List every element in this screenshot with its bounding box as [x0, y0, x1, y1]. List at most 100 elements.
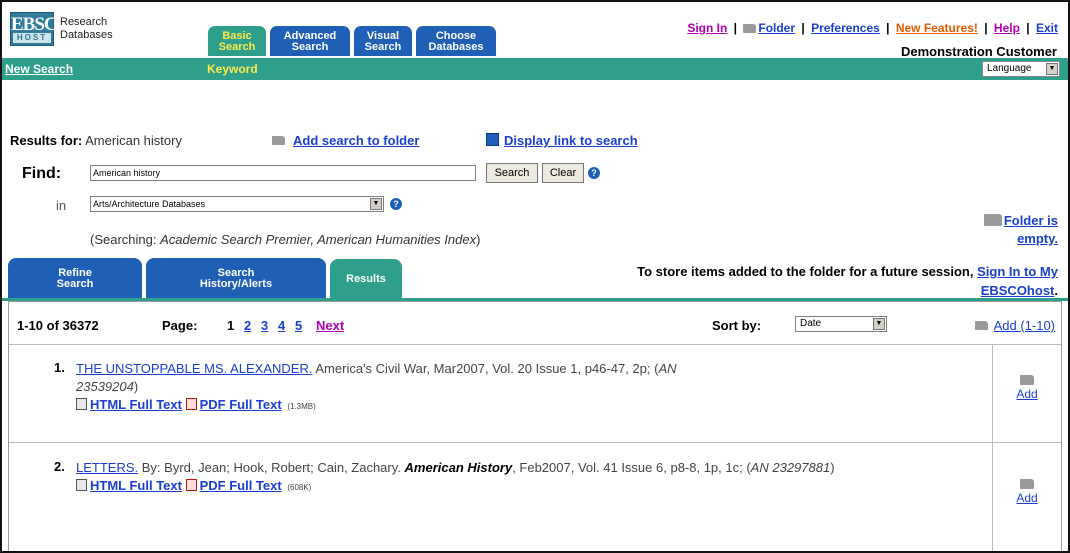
tab-refine-search[interactable]: Refine Search	[8, 258, 142, 299]
results-for: Results for: American history	[10, 133, 182, 148]
sign-in-link[interactable]: Sign In	[687, 21, 727, 35]
page-label: Page:	[162, 318, 198, 333]
page-1: 1	[227, 318, 235, 333]
result-count: 1-10 of 36372	[17, 318, 99, 333]
result-title-link[interactable]: LETTERS.	[76, 460, 138, 475]
help-icon[interactable]: ?	[390, 198, 402, 210]
logo-mark: EBSCO HOST	[10, 12, 71, 46]
nav-separator: |	[801, 21, 805, 35]
tab-label-line1: Results	[346, 273, 386, 285]
database-select[interactable]: Arts/Architecture Databases ▼	[90, 196, 384, 212]
add-to-folder-cell[interactable]: Add	[992, 443, 1061, 551]
result-number: 2.	[54, 459, 65, 474]
pdf-icon	[185, 398, 197, 410]
help-icon[interactable]: ?	[588, 167, 600, 179]
top-nav: Sign In | Folder | Preferences | New Fea…	[687, 21, 1058, 35]
page-3-link[interactable]: 3	[261, 318, 268, 333]
add-to-folder-link[interactable]: Add	[1016, 491, 1037, 505]
display-link-to-search[interactable]: Display link to search	[486, 133, 638, 148]
folder-icon	[974, 321, 988, 330]
full-text-links: HTML Full Text PDF Full Text	[76, 397, 285, 412]
add-all-results[interactable]: Add (1-10)	[974, 318, 1055, 333]
result-byline: By: Byrd, Jean; Hook, Robert; Cain, Zach…	[141, 460, 401, 475]
new-search-link[interactable]: New Search	[5, 62, 73, 76]
tab-search-history-alerts[interactable]: Search History/Alerts	[146, 258, 326, 299]
preferences-link[interactable]: Preferences	[811, 21, 880, 35]
sub-nav-bar: New Search Keyword Language ▼	[2, 58, 1068, 80]
nav-separator: |	[733, 21, 738, 35]
tab-visual-search[interactable]: Visual Search	[354, 26, 412, 56]
page-5-link[interactable]: 5	[295, 318, 302, 333]
next-page-link[interactable]: Next	[316, 318, 344, 333]
pdf-full-text-link[interactable]: PDF Full Text	[200, 478, 282, 493]
in-label: in	[56, 198, 67, 213]
chevron-down-icon: ▼	[370, 198, 382, 210]
keyword-label[interactable]: Keyword	[207, 62, 258, 76]
pdf-size: (1.3MB)	[287, 402, 316, 411]
database-select-value: Arts/Architecture Databases	[93, 199, 206, 209]
results-for-query: American history	[85, 133, 182, 148]
pdf-full-text-link[interactable]: PDF Full Text	[200, 397, 282, 412]
folder-link[interactable]: Folder	[758, 21, 795, 35]
result-an-label: AN	[750, 460, 769, 475]
search-input[interactable]: American history	[90, 165, 476, 181]
result-row: 2. LETTERS. By: Byrd, Jean; Hook, Robert…	[9, 443, 1061, 551]
search-button[interactable]: Search	[486, 163, 538, 183]
pagination-bar: 1-10 of 36372 Page: 1 2 3 4 5 Next Sort …	[9, 302, 1061, 345]
link-icon	[486, 133, 499, 146]
store-items-message: To store items added to the folder for a…	[637, 262, 1058, 300]
add-search-to-folder[interactable]: Add search to folder	[272, 133, 419, 148]
ebsco-logo[interactable]: EBSCO HOST Research Databases	[10, 12, 122, 46]
tab-results[interactable]: Results	[330, 259, 402, 299]
page-2-link[interactable]: 2	[244, 318, 251, 333]
pdf-icon	[185, 479, 197, 491]
add-to-folder-link[interactable]: Add	[1016, 387, 1037, 401]
add-search-to-folder-link[interactable]: Add search to folder	[293, 133, 419, 148]
clear-button[interactable]: Clear	[542, 163, 584, 183]
sort-select[interactable]: Date ▼	[795, 316, 887, 332]
folder-icon	[272, 136, 285, 145]
results-for-label: Results for:	[10, 133, 83, 148]
nav-separator: |	[1026, 21, 1030, 35]
result-number: 1.	[54, 360, 65, 375]
help-link[interactable]: Help	[994, 21, 1020, 35]
searching-suffix: )	[476, 232, 481, 247]
result-an-label: AN	[658, 361, 677, 376]
display-link-to-search-link[interactable]: Display link to search	[504, 133, 638, 148]
tab-label-line2: Search	[291, 41, 329, 53]
tab-choose-databases[interactable]: Choose Databases	[416, 26, 496, 56]
folder-status-line1[interactable]: Folder is	[1004, 213, 1058, 228]
sign-in-to-my-link[interactable]: Sign In to My	[977, 264, 1058, 279]
tab-advanced-search[interactable]: Advanced Search	[270, 26, 350, 56]
nav-separator: |	[984, 21, 988, 35]
result-title-link[interactable]: THE UNSTOPPABLE MS. ALEXANDER.	[76, 361, 312, 376]
store-msg-text: To store items added to the folder for a…	[637, 264, 974, 279]
page-4-link[interactable]: 4	[278, 318, 285, 333]
tab-basic-search[interactable]: Basic Search	[208, 26, 266, 56]
full-text-links: HTML Full Text PDF Full Text	[76, 478, 285, 493]
folder-status-line2[interactable]: empty.	[1017, 231, 1058, 246]
sort-select-value: Date	[800, 318, 822, 329]
result-body: LETTERS. By: Byrd, Jean; Hook, Robert; C…	[76, 460, 835, 493]
folder-icon	[1020, 479, 1034, 489]
searching-prefix: (Searching:	[90, 232, 161, 247]
store-msg-end: .	[1054, 283, 1058, 298]
customer-name: Demonstration Customer	[900, 44, 1057, 59]
exit-link[interactable]: Exit	[1036, 21, 1058, 35]
language-select-value: Language	[987, 63, 1032, 74]
ebsco-window: EBSCO HOST Research Databases Basic Sear…	[0, 0, 1070, 553]
folder-status[interactable]: Folder is empty.	[983, 212, 1058, 248]
add-range-link[interactable]: Add (1-10)	[994, 318, 1055, 333]
folder-icon	[743, 24, 757, 33]
logo-line2: Databases	[60, 29, 113, 41]
language-select[interactable]: Language ▼	[982, 61, 1060, 77]
result-source: American History	[404, 460, 513, 475]
add-to-folder-cell[interactable]: Add	[992, 345, 1061, 442]
ebscohost-link[interactable]: EBSCOhost	[981, 283, 1055, 298]
new-features-link[interactable]: New Features!	[896, 21, 978, 35]
html-full-text-link[interactable]: HTML Full Text	[90, 397, 182, 412]
html-full-text-link[interactable]: HTML Full Text	[90, 478, 182, 493]
folder-icon	[1020, 375, 1034, 385]
find-label: Find:	[22, 165, 62, 182]
tab-label-line2: Search	[56, 278, 94, 290]
